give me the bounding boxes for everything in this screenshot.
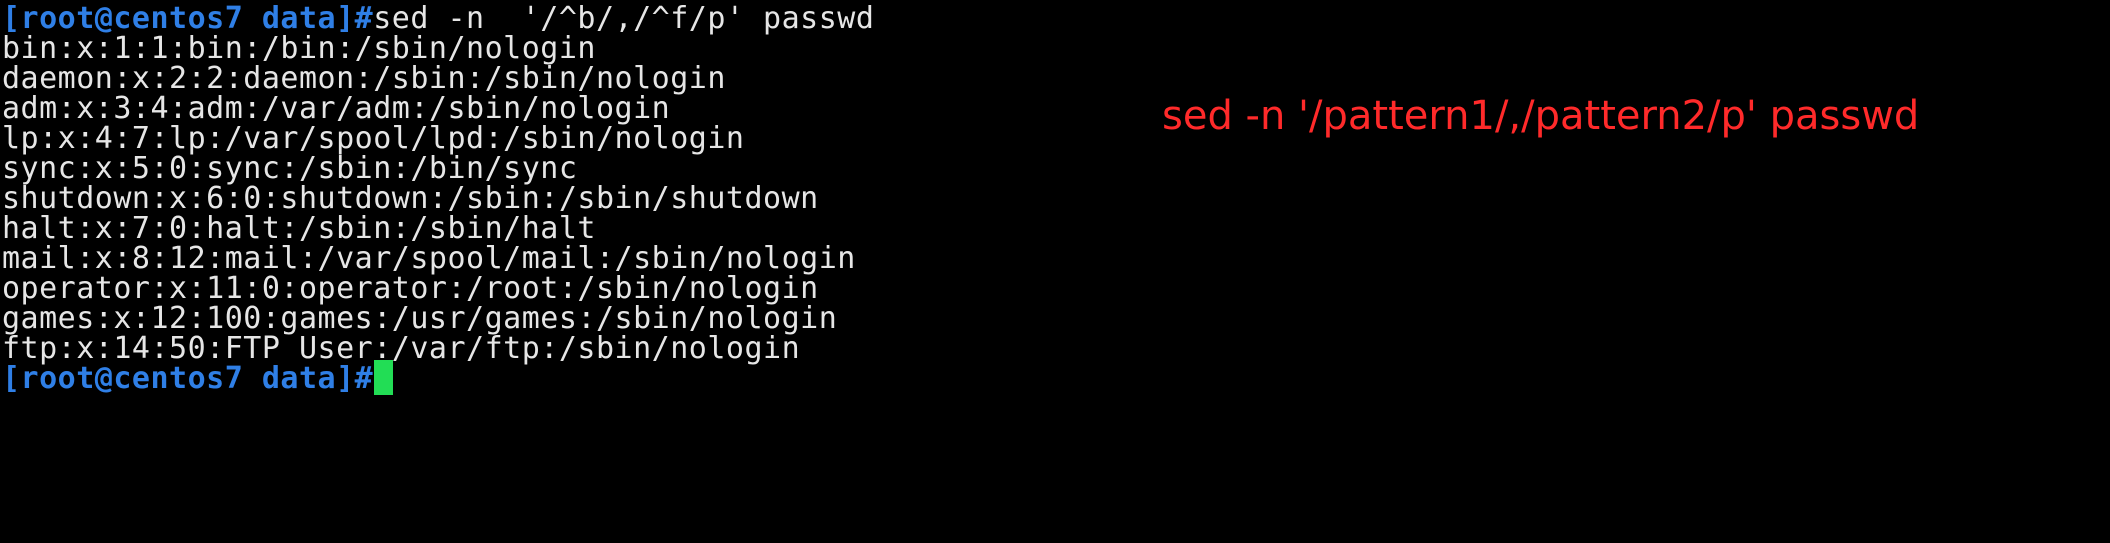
terminal-window[interactable]: [root@centos7 data]#sed -n '/^b/,/^f/p' … <box>0 0 2110 543</box>
annotation-text: sed -n '/pattern1/,/pattern2/p' passwd <box>1162 93 1920 139</box>
shell-prompt: [root@centos7 data]# <box>2 361 374 396</box>
text-cursor <box>374 360 394 395</box>
input-line[interactable]: [root@centos7 data]# <box>2 360 394 398</box>
